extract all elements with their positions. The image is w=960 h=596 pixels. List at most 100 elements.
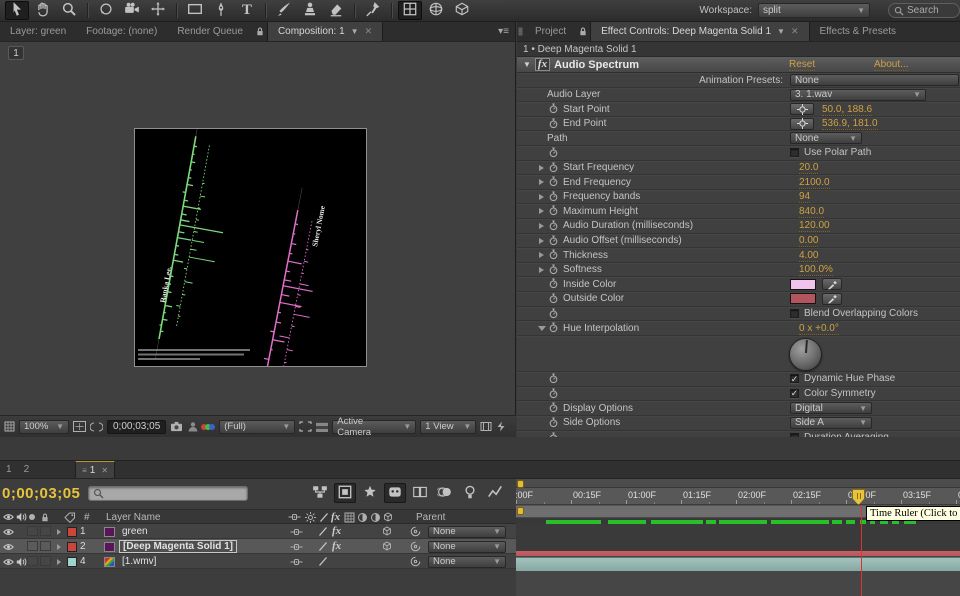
panel-menu-icon[interactable]: ▾≡ [492,22,515,41]
brush-tool-button[interactable] [272,1,296,20]
tab-close-icon[interactable]: ✕ [365,26,373,37]
comp-mini-flowchart-button[interactable] [309,483,331,503]
region-of-interest-icon[interactable] [299,421,312,432]
stopwatch-icon[interactable] [548,103,559,117]
collapse-triangle-icon[interactable] [538,326,546,334]
viewer-tab[interactable]: Render Queue [167,22,253,41]
stopwatch-icon[interactable] [548,191,559,205]
reset-link[interactable]: Reset [789,59,815,71]
layer-name[interactable]: [Deep Magenta Solid 1] [119,540,237,553]
view-layout-dropdown[interactable]: 1 View▼ [420,420,476,434]
tab-menu-icon[interactable]: ▼ [777,27,785,36]
param-value[interactable]: 0 x +0.0° [799,323,839,335]
checkbox[interactable] [790,148,799,157]
time-ruler[interactable]: 0:00F00:15F01:00F01:15F02:00F02:15F03:00… [516,488,960,505]
mask-toggle-icon[interactable] [90,422,103,432]
layer-duration-bar[interactable] [516,557,960,571]
effects-tab[interactable]: Effects & Presets [810,22,907,41]
position-value[interactable]: 536.9, 181.0 [822,118,878,130]
lock-cell[interactable] [40,526,51,536]
stopwatch-icon[interactable] [548,278,559,292]
clone-stamp-tool-button[interactable] [298,1,322,20]
layer-name[interactable]: green [122,526,148,537]
stopwatch-icon[interactable] [548,417,559,431]
position-value[interactable]: 50.0, 188.6 [822,104,872,116]
timeline-tab-active[interactable]: ≡1✕ [75,461,115,478]
fx-switch[interactable]: fx [332,540,341,552]
collapse-triangle-icon[interactable]: ▼ [523,60,531,69]
puppet-pin-tool-button[interactable] [361,1,385,20]
effects-tab[interactable]: Project [525,22,576,41]
expand-triangle-icon[interactable] [539,252,544,258]
eye-icon[interactable] [3,542,14,555]
param-value[interactable]: 20.0 [799,162,818,174]
param-value[interactable]: 840.0 [799,206,824,218]
timeline-layer-row[interactable]: 1greenfxNone▼ [0,524,516,539]
rectangle-tool-button[interactable] [183,1,207,20]
tab-close-icon[interactable]: ✕ [101,466,108,475]
motion-blur-button[interactable] [434,483,456,503]
local-axis-mode-button[interactable] [398,1,422,20]
expand-triangle-icon[interactable] [539,165,544,171]
effects-tab[interactable]: Effect Controls: Deep Magenta Solid 1▼✕ [590,22,809,41]
stopwatch-icon[interactable] [548,220,559,234]
lock-cell[interactable] [40,541,51,551]
expand-triangle-icon[interactable] [539,179,544,185]
expand-triangle-icon[interactable] [539,223,544,229]
path-dropdown[interactable]: None▼ [790,132,862,144]
3d-switch[interactable] [381,525,393,540]
panel-grip[interactable] [517,22,525,41]
layer-name[interactable]: [1.wmv] [122,556,156,567]
hand-tool-button[interactable] [31,1,55,20]
tab-close-icon[interactable]: ✕ [791,26,799,37]
viewer-tab[interactable]: Layer: green [0,22,76,41]
shy-switch[interactable] [290,557,303,570]
display-options-dropdown[interactable]: Digital▼ [790,402,872,414]
stopwatch-icon[interactable] [548,205,559,219]
stopwatch-icon[interactable] [548,322,559,336]
quality-switch[interactable] [318,526,328,540]
pen-tool-button[interactable] [209,1,233,20]
param-value[interactable]: 2100.0 [799,177,830,189]
panel-lock-icon[interactable] [576,22,590,41]
pick-point-button[interactable] [790,118,814,130]
checkbox[interactable] [790,309,799,318]
stopwatch-icon[interactable] [548,147,559,161]
timeline-tab[interactable]: 1 [0,461,18,478]
safe-margins-icon[interactable] [73,421,86,432]
about-link[interactable]: About... [874,59,908,71]
param-value[interactable]: 100.0% [799,264,833,276]
stopwatch-icon[interactable] [548,264,559,278]
checkbox[interactable] [790,433,799,437]
solo-cell[interactable] [27,556,38,566]
draft-3d-button[interactable] [359,483,381,503]
stopwatch-icon[interactable] [548,249,559,263]
shy-switch[interactable] [290,542,303,555]
stopwatch-icon[interactable] [548,176,559,190]
param-value[interactable]: 4.00 [799,250,818,262]
timeline-tab[interactable]: 2 [18,461,36,478]
viewer-timecode[interactable]: 0;00;03;05 [107,420,166,434]
solo-cell[interactable] [27,526,38,536]
timeline-layer-row[interactable]: 2[Deep Magenta Solid 1]fxNone▼ [0,539,516,554]
expand-triangle-icon[interactable] [539,267,544,273]
label-color-chip[interactable] [67,527,77,537]
show-channel-icon[interactable] [203,424,215,430]
stopwatch-icon[interactable] [548,388,559,402]
magnification-dropdown[interactable]: 100%▼ [19,420,69,434]
zoom-tool-button[interactable] [57,1,81,20]
workspace-dropdown[interactable]: split ▼ [758,3,870,18]
pan-behind-tool-button[interactable] [146,1,170,20]
eyedropper-button[interactable] [822,293,842,305]
animation-presets-dropdown[interactable]: None [790,74,959,86]
stopwatch-icon[interactable] [548,293,559,307]
brainstorm-button[interactable] [459,483,481,503]
resolution-dropdown[interactable]: (Full)▼ [219,420,295,434]
current-time-display[interactable]: 0;00;03;05 [2,485,80,502]
parent-dropdown[interactable]: None▼ [428,541,506,553]
hide-shy-layers-button[interactable] [384,483,406,503]
pick-point-button[interactable] [790,103,814,115]
param-value[interactable]: 120.00 [799,220,830,232]
stopwatch-icon[interactable] [548,402,559,416]
stopwatch-icon[interactable] [548,308,559,322]
